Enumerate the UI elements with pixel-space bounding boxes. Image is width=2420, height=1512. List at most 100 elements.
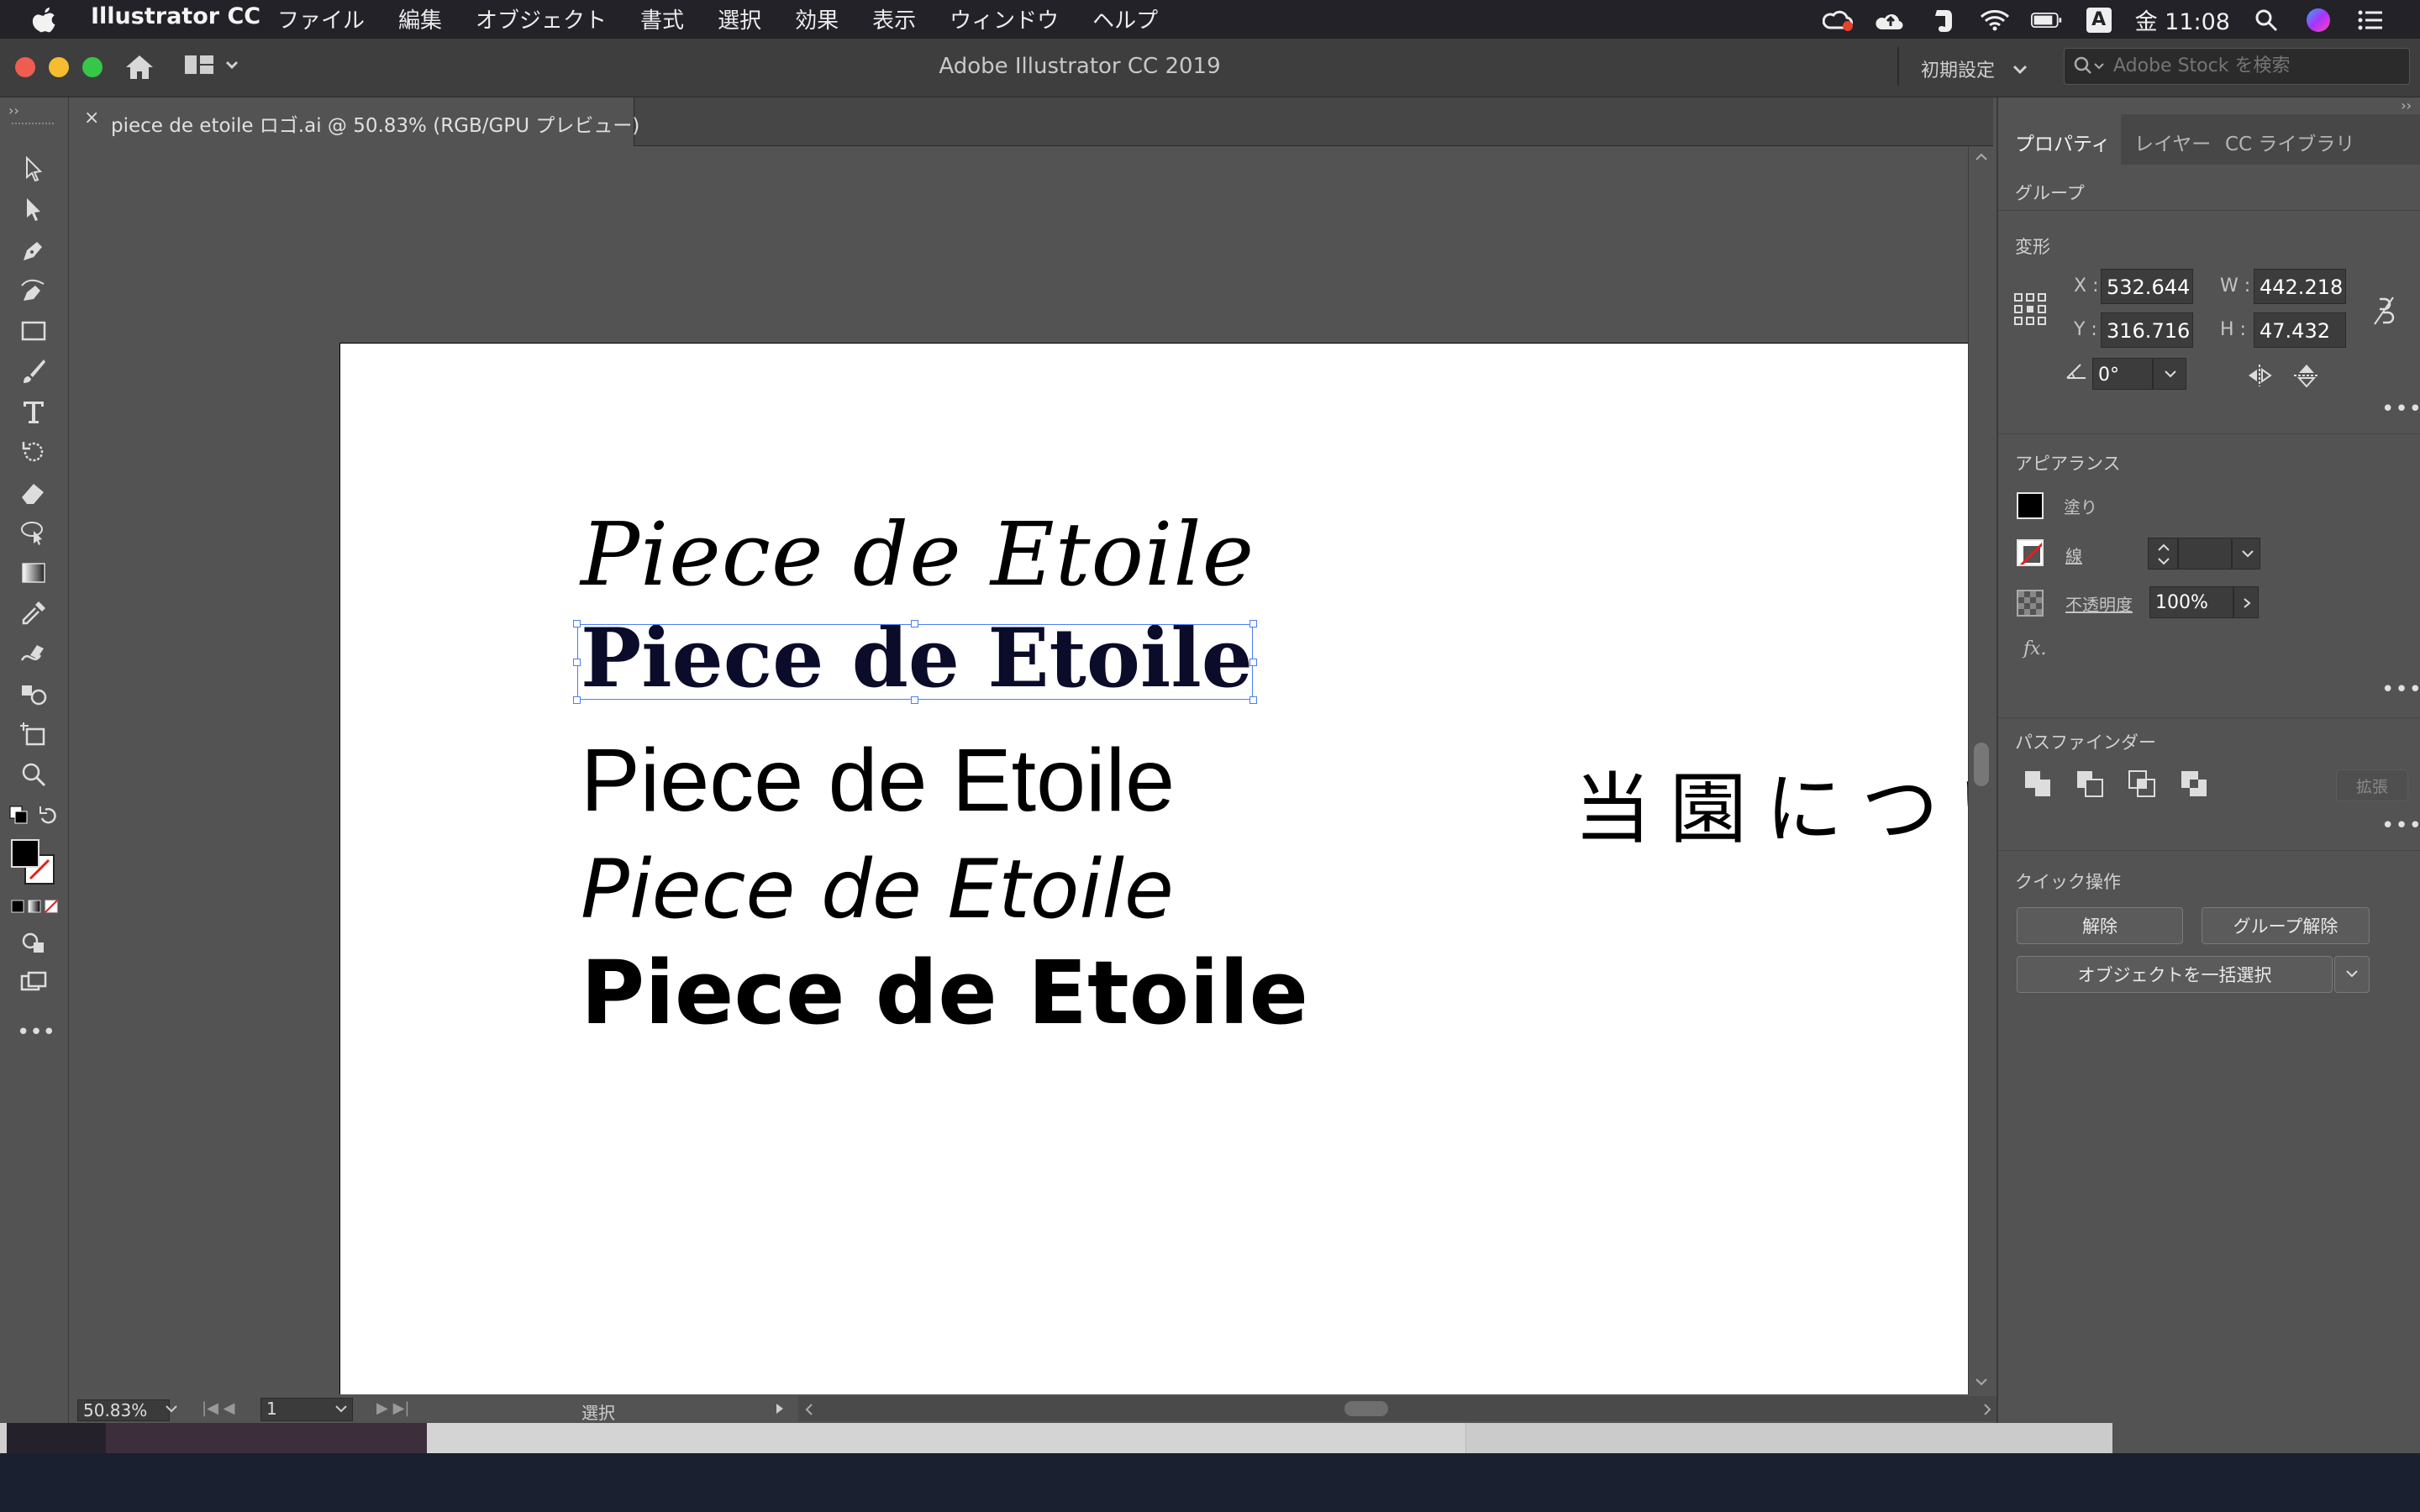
y-field[interactable]: 316.716	[2101, 312, 2193, 348]
x-field[interactable]: 532.644	[2101, 269, 2193, 304]
menu-window[interactable]: ウィンドウ	[950, 3, 1059, 34]
siri-icon[interactable]	[2302, 4, 2334, 36]
menu-select[interactable]: 選択	[718, 3, 761, 34]
artboard-chevron-down-icon[interactable]	[333, 1403, 350, 1416]
vertical-scrollbar[interactable]	[1968, 146, 1993, 1394]
pen-tool[interactable]	[13, 232, 54, 269]
stroke-swatch[interactable]	[2017, 539, 2044, 566]
gradient-tool[interactable]	[13, 554, 54, 591]
handle-bottom-center[interactable]	[911, 696, 918, 704]
toolbar-grip[interactable]	[12, 123, 54, 126]
handle-bottom-left[interactable]	[573, 696, 581, 704]
selection-bounding-box[interactable]	[573, 620, 1257, 704]
logo-text-script[interactable]: Piece de Etoile	[581, 503, 1255, 606]
ungroup-button[interactable]: グループ解除	[2202, 907, 2370, 944]
creative-cloud-icon[interactable]	[1822, 4, 1854, 36]
select-same-dropdown[interactable]	[2334, 956, 2370, 993]
battery-icon[interactable]	[2030, 4, 2063, 36]
rotate-tool[interactable]	[13, 433, 54, 470]
selection-tool[interactable]	[13, 151, 54, 188]
menu-clock[interactable]: 金 11:08	[2135, 3, 2230, 36]
tab-cc-libraries[interactable]: CC ライブラリ	[2225, 128, 2354, 156]
angle-dropdown[interactable]	[2153, 358, 2186, 390]
artboard[interactable]: Piece de Etoile Piece de Etoile Piece de…	[339, 343, 1975, 1394]
menu-object[interactable]: オブジェクト	[476, 3, 607, 34]
opacity-slider-button[interactable]	[2233, 586, 2259, 618]
flip-horizontal-icon[interactable]	[2245, 363, 2274, 388]
cloud-upload-icon[interactable]	[1875, 4, 1907, 36]
document-tab[interactable]: × piece de etoile ロゴ.ai @ 50.83% (RGB/GP…	[72, 97, 639, 146]
stroke-weight-field[interactable]	[2178, 538, 2232, 570]
menu-file[interactable]: ファイル	[277, 3, 365, 34]
expand-button[interactable]: 拡張	[2336, 769, 2408, 801]
effects-icon[interactable]: fx.	[2023, 638, 2047, 659]
handle-middle-right[interactable]	[1249, 659, 1257, 666]
type-tool[interactable]	[13, 393, 54, 430]
workspace-switcher[interactable]: 初期設定	[1921, 55, 2029, 82]
handle-top-center[interactable]	[911, 620, 918, 627]
scroll-down-icon[interactable]	[1974, 1376, 1989, 1388]
zoom-chevron-down-icon[interactable]	[163, 1403, 180, 1416]
stock-search-field[interactable]	[2064, 48, 2410, 85]
spotlight-search-icon[interactable]	[2250, 4, 2282, 36]
exclude-icon[interactable]	[2180, 769, 2208, 798]
next-last-artboard-icons[interactable]: ▶ ▶|	[376, 1399, 444, 1420]
collapse-tools-icon[interactable]: ››	[8, 102, 19, 118]
horizontal-scroll-thumb[interactable]	[1344, 1401, 1388, 1416]
fill-stroke-swatches[interactable]	[8, 837, 60, 890]
edit-toolbar-icon[interactable]: •••	[17, 1020, 55, 1045]
logo-text-heavy[interactable]: Piece de Etoile	[581, 942, 1308, 1044]
select-same-button[interactable]: オブジェクトを一括選択	[2017, 956, 2333, 993]
paintbrush-tool[interactable]	[13, 353, 54, 390]
app-menu-name[interactable]: Illustrator CC	[91, 3, 260, 29]
horizontal-scrollbar[interactable]	[798, 1396, 2000, 1421]
apple-icon[interactable]	[32, 5, 57, 34]
flip-vertical-icon[interactable]	[2292, 363, 2321, 388]
rectangle-tool[interactable]	[13, 312, 54, 349]
direct-selection-tool[interactable]	[13, 192, 54, 228]
stroke-weight-stepper[interactable]	[2148, 538, 2178, 570]
fill-stroke-defaults[interactable]	[7, 803, 62, 828]
zoom-tool[interactable]	[13, 756, 54, 793]
notification-center-icon[interactable]	[2354, 4, 2386, 36]
angle-field[interactable]: 0°	[2092, 358, 2153, 390]
menu-edit[interactable]: 編集	[398, 3, 442, 34]
reference-point-icon[interactable]	[2013, 292, 2047, 326]
menu-view[interactable]: 表示	[872, 3, 916, 34]
transform-more-options-icon[interactable]: •••	[2381, 396, 2420, 422]
scroll-right-icon[interactable]	[1981, 1403, 1993, 1416]
scroll-left-icon[interactable]	[803, 1403, 815, 1416]
zoom-level-field[interactable]: 50.83%	[77, 1399, 170, 1421]
evernote-icon[interactable]	[1927, 4, 1959, 36]
stock-search-input[interactable]	[2112, 55, 2401, 77]
minus-front-icon[interactable]	[2075, 769, 2104, 798]
fill-swatch[interactable]	[2017, 492, 2044, 519]
release-button[interactable]: 解除	[2017, 907, 2183, 944]
logo-text-rounded[interactable]: Piece de Etoile	[581, 730, 1175, 832]
pathfinder-more-options-icon[interactable]: •••	[2381, 813, 2420, 838]
handle-top-right[interactable]	[1249, 620, 1257, 627]
constrain-proportions-icon[interactable]	[2371, 294, 2396, 328]
canvas-area[interactable]: Piece de Etoile Piece de Etoile Piece de…	[71, 146, 1975, 1394]
opacity-label[interactable]: 不透明度	[2065, 591, 2133, 616]
wifi-icon[interactable]	[1979, 4, 2011, 36]
menu-type[interactable]: 書式	[640, 3, 684, 34]
tab-properties[interactable]: プロパティ	[2015, 128, 2111, 156]
stroke-weight-dropdown[interactable]	[2232, 538, 2260, 570]
input-source-icon[interactable]: A	[2083, 4, 2115, 36]
handle-top-left[interactable]	[573, 620, 581, 627]
draw-mode-tool[interactable]	[13, 924, 54, 961]
screen-mode-tool[interactable]	[13, 964, 54, 1001]
symbol-sprayer-tool[interactable]	[13, 675, 54, 712]
handle-middle-left[interactable]	[573, 659, 581, 666]
appearance-more-options-icon[interactable]: •••	[2381, 677, 2420, 702]
artboard-tool[interactable]	[13, 716, 54, 753]
collapse-panel-icon[interactable]: ››	[2401, 97, 2412, 113]
logo-text-hand[interactable]: Piece de Etoile	[581, 843, 1174, 937]
w-field[interactable]: 442.218	[2254, 269, 2346, 304]
eraser-tool[interactable]	[13, 474, 54, 511]
fill-label[interactable]: 塗り	[2064, 494, 2097, 518]
curvature-tool[interactable]	[13, 272, 54, 309]
opacity-checker-icon[interactable]	[2017, 590, 2044, 617]
menu-effect[interactable]: 効果	[795, 3, 839, 34]
